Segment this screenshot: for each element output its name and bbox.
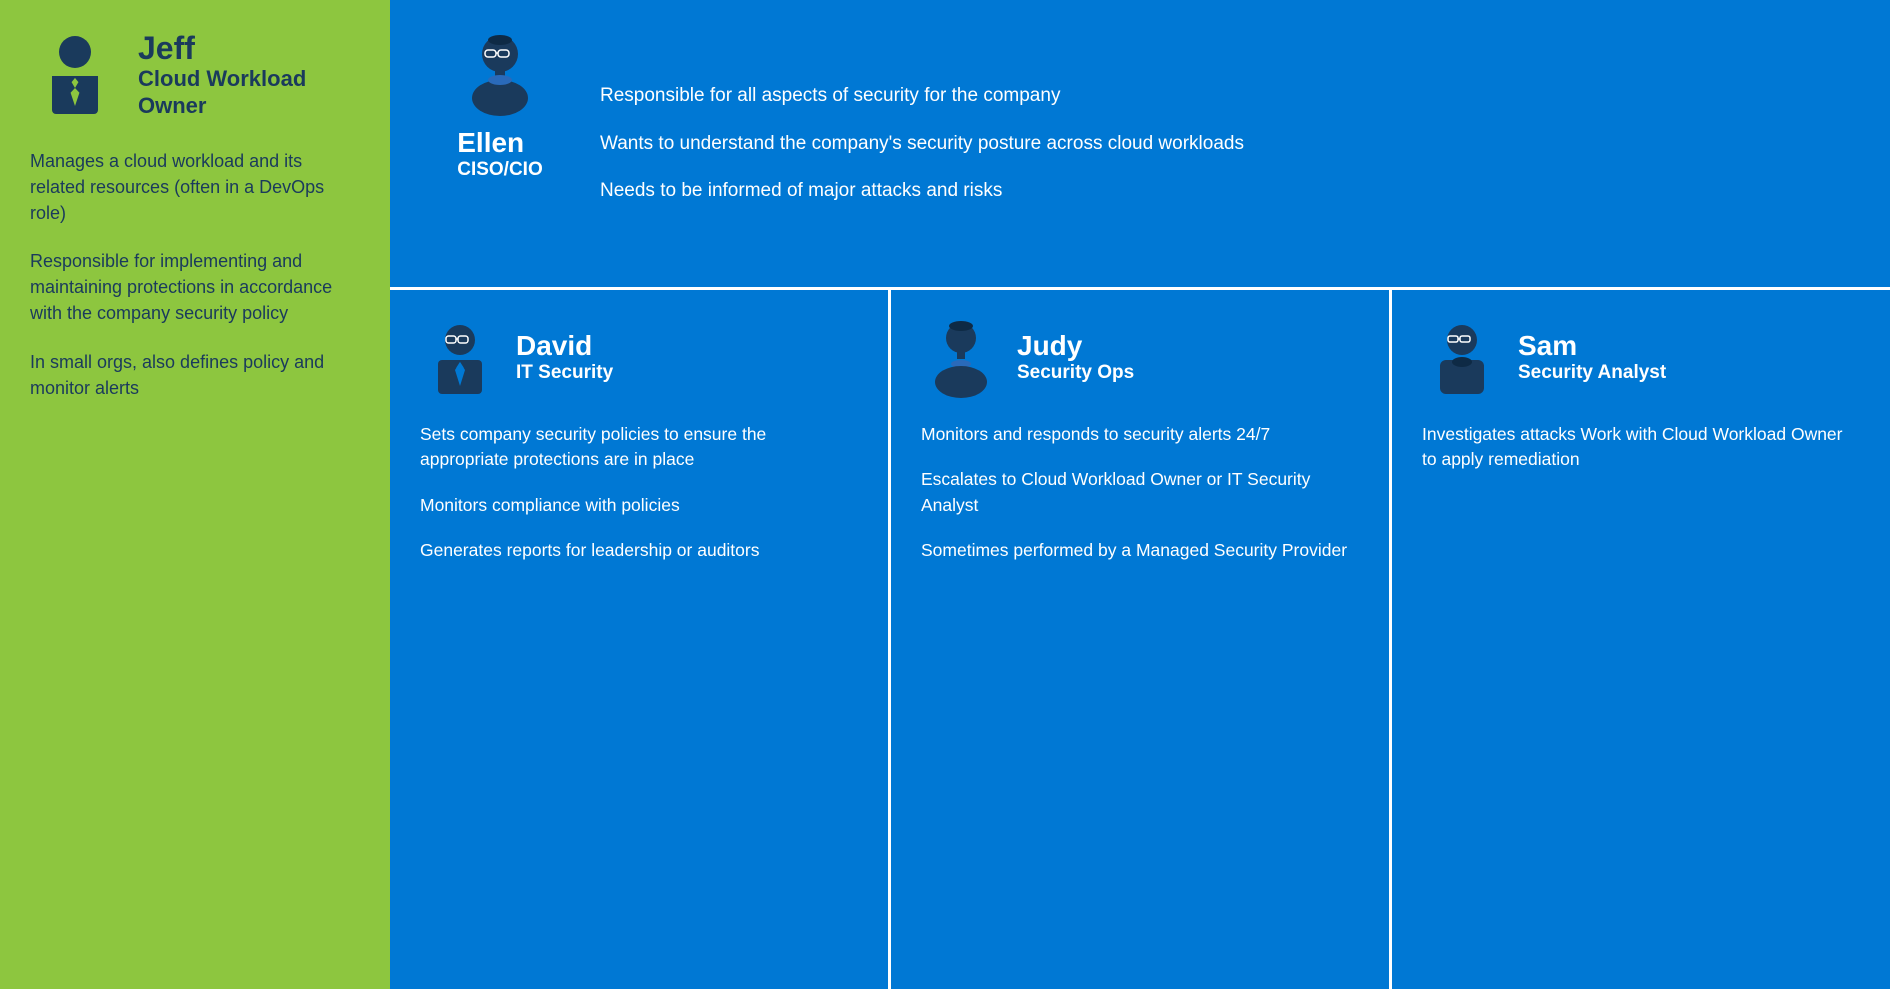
david-desc3: Generates reports for leadership or audi…	[420, 538, 858, 563]
left-panel: Jeff Cloud Workload Owner Manages a clou…	[0, 0, 390, 989]
sam-icon	[1422, 318, 1502, 398]
sam-header: Sam Security Analyst	[1422, 318, 1860, 398]
david-panel: David IT Security Sets company security …	[390, 290, 891, 989]
jeff-icon	[30, 30, 120, 120]
sam-name-role: Sam Security Analyst	[1518, 331, 1666, 385]
ellen-section: Ellen CISO/CIO Responsible for all aspec…	[390, 0, 1890, 290]
jeff-name-block: Jeff Cloud Workload Owner	[138, 31, 306, 119]
david-header: David IT Security	[420, 318, 858, 398]
judy-desc2: Escalates to Cloud Workload Owner or IT …	[921, 467, 1359, 518]
jeff-name: Jeff	[138, 31, 306, 66]
ellen-name-role: Ellen CISO/CIO	[457, 128, 543, 182]
jeff-desc2: Responsible for implementing and maintai…	[30, 248, 360, 326]
jeff-header: Jeff Cloud Workload Owner	[30, 30, 360, 120]
judy-desc3: Sometimes performed by a Managed Securit…	[921, 538, 1359, 563]
david-desc1: Sets company security policies to ensure…	[420, 422, 858, 473]
sam-desc1: Investigates attacks Work with Cloud Wor…	[1422, 422, 1860, 473]
judy-name-role: Judy Security Ops	[1017, 331, 1134, 385]
jeff-desc3: In small orgs, also defines policy and m…	[30, 349, 360, 401]
right-panel: Ellen CISO/CIO Responsible for all aspec…	[390, 0, 1890, 989]
david-name-role: David IT Security	[516, 331, 613, 385]
sam-panel: Sam Security Analyst Investigates attack…	[1392, 290, 1890, 989]
judy-header: Judy Security Ops	[921, 318, 1359, 398]
jeff-desc1: Manages a cloud workload and its related…	[30, 148, 360, 226]
judy-icon	[921, 318, 1001, 398]
ellen-icon	[455, 30, 545, 120]
ellen-right: Responsible for all aspects of security …	[600, 30, 1850, 257]
ellen-left: Ellen CISO/CIO	[430, 30, 570, 257]
david-icon	[420, 318, 500, 398]
david-desc2: Monitors compliance with policies	[420, 493, 858, 518]
bottom-panels: David IT Security Sets company security …	[390, 290, 1890, 989]
judy-desc1: Monitors and responds to security alerts…	[921, 422, 1359, 447]
jeff-role: Cloud Workload Owner	[138, 66, 306, 119]
judy-panel: Judy Security Ops Monitors and responds …	[891, 290, 1392, 989]
